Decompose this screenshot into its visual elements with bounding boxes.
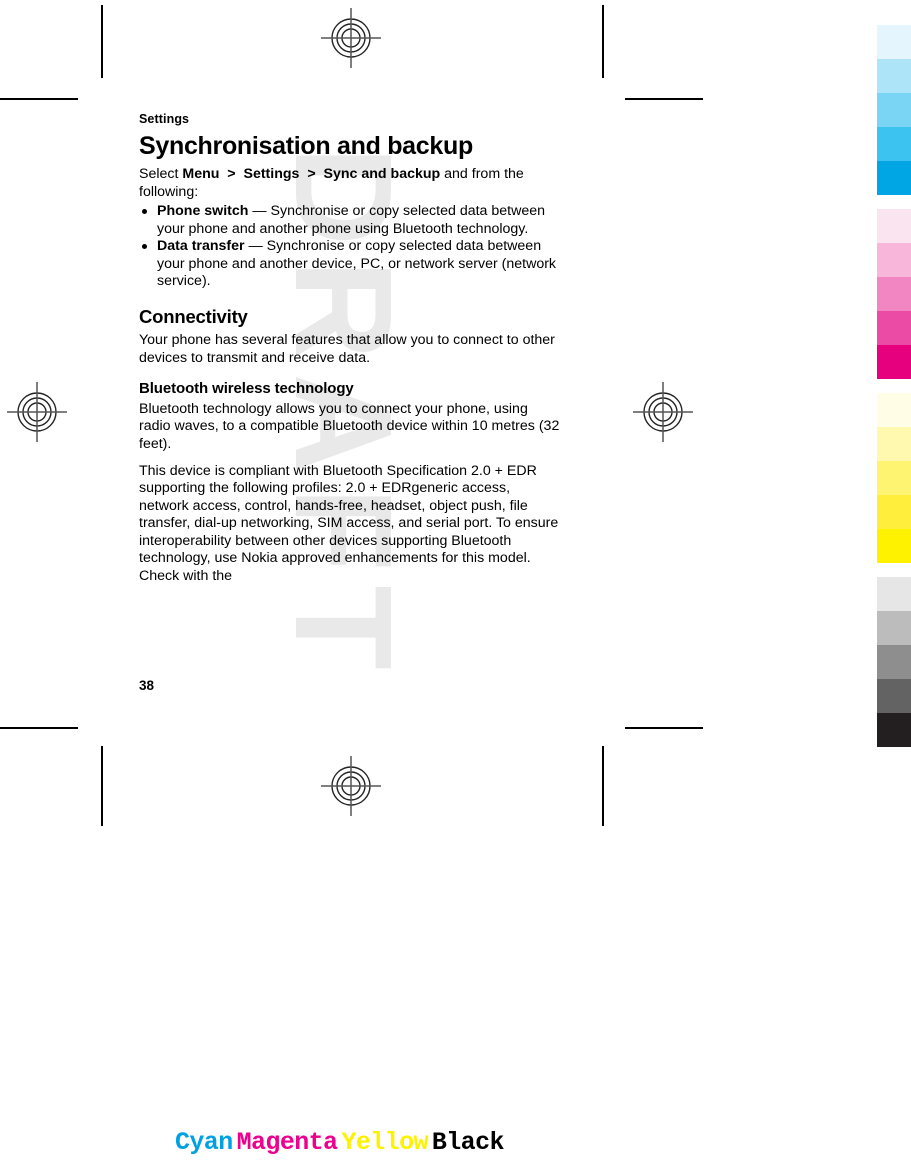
bluetooth-paragraph-1: Bluetooth technology allows you to conne… xyxy=(139,400,560,452)
color-swatch xyxy=(877,93,911,127)
color-swatch xyxy=(877,577,911,611)
color-swatch xyxy=(877,345,911,379)
cmyk-label-yellow: Yellow xyxy=(341,1128,428,1157)
subsection-heading-bluetooth: Bluetooth wireless technology xyxy=(139,380,354,398)
menu-path-instruction: Select Menu > Settings > Sync and backup… xyxy=(139,166,563,201)
color-swatch xyxy=(877,461,911,495)
registration-mark-right xyxy=(633,382,693,442)
cmyk-plate-labels: Cyan Magenta Yellow Black xyxy=(175,1128,508,1157)
color-swatch xyxy=(877,243,911,277)
crop-mark-top-left-horizontal xyxy=(0,98,78,100)
crop-mark-top-right-vertical xyxy=(602,5,604,78)
list-item-dash-glyph: — xyxy=(252,203,267,220)
list-item-dash-glyph: — xyxy=(248,238,263,255)
color-swatch xyxy=(877,25,911,59)
page-content: Settings Synchronisation and backup Sele… xyxy=(139,112,563,594)
color-swatch xyxy=(877,529,911,563)
menu-path-separator-2: > xyxy=(299,166,324,182)
color-swatch-group-cyan xyxy=(877,25,911,195)
color-swatch xyxy=(877,611,911,645)
settings-option-list: Phone switch — Synchronise or copy selec… xyxy=(139,203,563,291)
crop-mark-bottom-left-vertical xyxy=(101,746,103,826)
color-swatch xyxy=(877,161,911,195)
color-swatch xyxy=(877,679,911,713)
color-swatch xyxy=(877,59,911,93)
color-swatch-group-black xyxy=(877,577,911,747)
connectivity-paragraph: Your phone has several features that all… xyxy=(139,332,555,366)
bullet-icon xyxy=(142,209,147,215)
menu-path-item-settings: Settings xyxy=(243,166,300,182)
list-item-term: Phone switch xyxy=(157,203,249,220)
cmyk-label-black: Black xyxy=(431,1128,505,1157)
running-head: Settings xyxy=(139,112,190,126)
page-title: Synchronisation and backup xyxy=(139,132,473,160)
registration-mark-top xyxy=(321,8,381,68)
list-item: Data transfer — Synchronise or copy sele… xyxy=(139,238,563,291)
registration-mark-left xyxy=(7,382,67,442)
color-calibration-strip xyxy=(877,25,911,761)
color-swatch xyxy=(877,209,911,243)
section-heading-connectivity: Connectivity xyxy=(139,305,248,327)
bluetooth-paragraph-2: This device is compliant with Bluetooth … xyxy=(139,462,559,584)
color-swatch xyxy=(877,713,911,747)
bullet-icon xyxy=(142,244,147,250)
registration-mark-bottom xyxy=(321,756,381,816)
crop-mark-top-right-horizontal xyxy=(625,98,703,100)
color-swatch xyxy=(877,127,911,161)
crop-mark-bottom-left-horizontal xyxy=(0,727,78,729)
color-swatch xyxy=(877,645,911,679)
color-swatch xyxy=(877,427,911,461)
cmyk-label-magenta: Magenta xyxy=(236,1128,338,1157)
color-swatch xyxy=(877,393,911,427)
color-swatch-group-magenta xyxy=(877,209,911,379)
cmyk-label-cyan: Cyan xyxy=(175,1128,233,1157)
list-item-term: Data transfer xyxy=(157,238,245,255)
crop-mark-top-left-vertical xyxy=(101,5,103,78)
color-swatch xyxy=(877,277,911,311)
menu-path-separator-1: > xyxy=(219,166,244,182)
color-swatch xyxy=(877,311,911,345)
menu-path-lead: Select xyxy=(139,166,183,182)
crop-mark-bottom-right-horizontal xyxy=(625,727,703,729)
page-number: 38 xyxy=(139,678,155,693)
menu-path-item-menu: Menu xyxy=(182,166,220,182)
color-swatch xyxy=(877,495,911,529)
crop-mark-bottom-right-vertical xyxy=(602,746,604,826)
menu-path-item-sync-and-backup: Sync and backup xyxy=(323,166,441,182)
list-item: Phone switch — Synchronise or copy selec… xyxy=(139,203,563,238)
color-swatch-group-yellow xyxy=(877,393,911,563)
